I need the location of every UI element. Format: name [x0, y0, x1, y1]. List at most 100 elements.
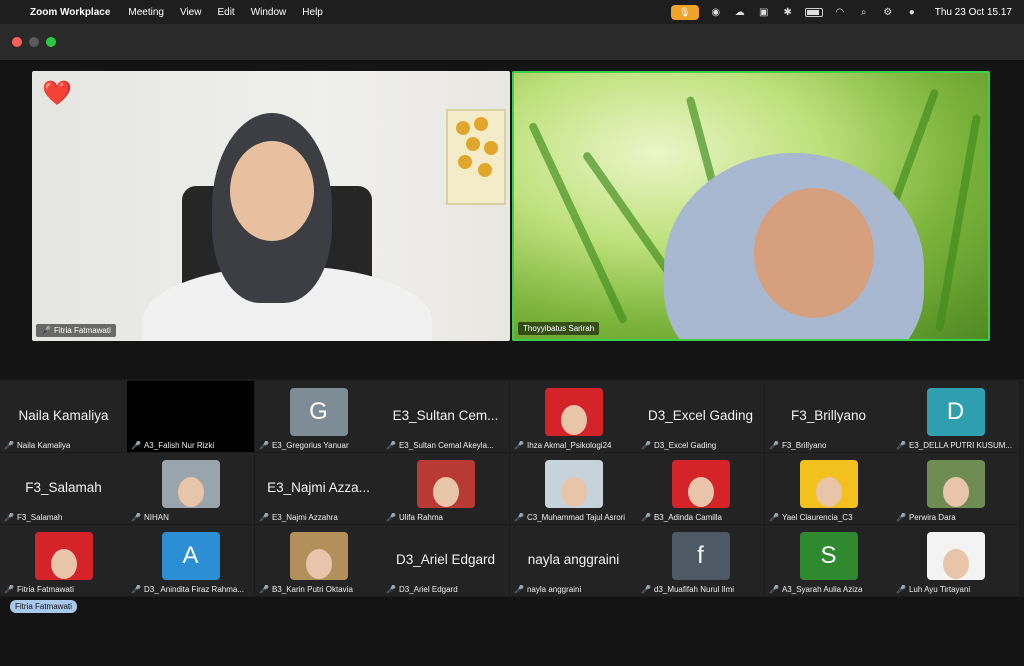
cloud-icon[interactable]: ☁ — [733, 6, 747, 18]
participant-tile[interactable]: 🎤 Perwira Dara — [892, 453, 1019, 524]
zoom-icon[interactable]: ◉ — [709, 6, 723, 18]
a-icon[interactable]: ▣ — [757, 6, 771, 18]
participant-tile[interactable]: 🎤 B3_Karin Putri Oktavia — [255, 525, 382, 596]
close-window-button[interactable] — [12, 37, 22, 47]
speaker-face — [754, 188, 874, 318]
search-icon[interactable]: ⌕ — [857, 6, 871, 18]
participant-tile[interactable]: 🎤 Yael Claurencia_C3 — [765, 453, 892, 524]
zoom-window-button[interactable] — [46, 37, 56, 47]
muted-mic-icon: 🎤 — [769, 585, 779, 594]
muted-mic-icon: 🎤 — [769, 441, 779, 450]
siri-icon[interactable]: ● — [905, 6, 919, 18]
muted-mic-icon: 🎤 — [259, 441, 269, 450]
muted-mic-icon: 🎤 — [41, 326, 51, 335]
participant-tile[interactable]: D3_Ariel Edgard 🎤 D3_Ariel Edgard — [382, 525, 509, 596]
wall-painting — [446, 109, 506, 205]
participant-name-label: 🎤 nayla anggraini — [514, 585, 582, 594]
menu-meeting[interactable]: Meeting — [128, 7, 164, 18]
participant-photo — [926, 532, 985, 580]
participant-tile[interactable]: Naila Kamaliya 🎤 Naila Kamaliya — [0, 381, 127, 452]
participant-photo — [289, 532, 348, 580]
participant-tile[interactable]: 🎤 Ulifa Rahma — [382, 453, 509, 524]
mic-icon[interactable]: 🎙 — [670, 4, 699, 20]
participant-tile[interactable]: 🎤 Fitria Fatmawati — [0, 525, 127, 596]
participant-tile[interactable]: nayla anggraini 🎤 nayla anggraini — [510, 525, 637, 596]
menu-help[interactable]: Help — [302, 7, 323, 18]
participant-tile[interactable]: D3_Excel Gading 🎤 D3_Excel Gading — [637, 381, 764, 452]
participant-face — [942, 549, 969, 579]
participant-name-label: 🎤 F3_Salamah — [4, 513, 63, 522]
participant-face — [305, 549, 332, 579]
participant-initial-avatar: f — [671, 532, 730, 580]
participant-name-label: 🎤 A3_Falish Nur Rizki — [131, 441, 215, 450]
menu-edit[interactable]: Edit — [217, 7, 234, 18]
participant-tile[interactable]: 🎤 A3_Falish Nur Rizki — [127, 381, 254, 452]
participant-tile[interactable]: F3_Brillyano 🎤 F3_Brillyano — [765, 381, 892, 452]
participant-tile[interactable]: F3_Salamah 🎤 F3_Salamah — [0, 453, 127, 524]
participant-photo — [161, 460, 220, 508]
participant-tile[interactable]: 🎤 Luh Ayu Tirtayani — [892, 525, 1019, 596]
muted-mic-icon: 🎤 — [386, 513, 396, 522]
participant-name-label: 🎤 B3_Adinda Camilla — [641, 513, 723, 522]
status-tray: 🎙 ◉ ☁ ▣ ✱ ◠ ⌕ ⚙ ● Thu 23 Oct 15.17 — [670, 4, 1024, 20]
muted-mic-icon: 🎤 — [4, 585, 14, 594]
menu-view[interactable]: View — [180, 7, 202, 18]
participant-face — [815, 477, 842, 507]
participant-initial-avatar: G — [289, 388, 348, 436]
participant-tile[interactable]: 🎤 NIHAN — [127, 453, 254, 524]
participant-photo — [671, 460, 730, 508]
participant-tile[interactable]: E3_Najmi Azza... 🎤 E3_Najmi Azzahra — [255, 453, 382, 524]
participant-photo — [926, 460, 985, 508]
muted-mic-icon: 🎤 — [514, 585, 524, 594]
participant-tile[interactable]: 🎤 C3_Muhammad Tajul Asrori — [510, 453, 637, 524]
participant-face — [942, 477, 969, 507]
participant-face — [177, 477, 204, 507]
wifi-icon[interactable]: ◠ — [833, 6, 847, 18]
hover-name-tooltip: Fitria Fatmawati — [10, 600, 77, 613]
minimize-window-button[interactable] — [29, 37, 39, 47]
muted-mic-icon: 🎤 — [131, 585, 141, 594]
participant-tile[interactable]: E3_Sultan Cem... 🎤 E3_Sultan Cemal Akeyla.… — [382, 381, 509, 452]
participant-name-label: 🎤 d3_Muafifah Nurul Ilmi — [641, 585, 735, 594]
participant-display-name: E3_Sultan Cem... — [392, 408, 499, 423]
participant-face — [687, 477, 714, 507]
control-center-icon[interactable]: ⚙ — [881, 6, 895, 18]
muted-mic-icon: 🎤 — [386, 441, 396, 450]
muted-mic-icon: 🎤 — [4, 513, 14, 522]
participant-name-label: 🎤 Luh Ayu Tirtayani — [896, 585, 971, 594]
grass-blade — [527, 121, 629, 325]
participant-name-label: 🎤 A3_Syarah Aulia Aziza — [769, 585, 863, 594]
participant-tile[interactable]: 🎤 Ihza Akmal_Psikologi24 — [510, 381, 637, 452]
participant-face — [50, 549, 77, 579]
menu-window[interactable]: Window — [251, 7, 287, 18]
participant-tile[interactable]: G 🎤 E3_Gregorius Yanuar — [255, 381, 382, 452]
participant-name-label: 🎤 E3_Gregorius Yanuar — [259, 441, 349, 450]
participant-face — [560, 477, 587, 507]
participant-name-label: 🎤 F3_Brillyano — [769, 441, 827, 450]
muted-mic-icon: 🎤 — [769, 513, 779, 522]
participant-display-name: F3_Brillyano — [790, 408, 867, 423]
app-menu[interactable]: Zoom Workplace — [30, 7, 110, 18]
participant-name-label: 🎤 D3_Ariel Edgard — [386, 585, 458, 594]
speaker-name-label: Thoyyibatus Sarirah — [518, 322, 600, 335]
participant-face — [432, 477, 459, 507]
macos-menu-bar: Zoom Workplace Meeting View Edit Window … — [0, 0, 1024, 24]
speaker-video-1[interactable]: ❤️ 🎤 Fitria Fatmawati — [32, 71, 510, 341]
participant-name-label: 🎤 Perwira Dara — [896, 513, 956, 522]
participant-name-label: 🎤 D3_ Anindita Firaz Rahma... — [131, 585, 245, 594]
speaker-video-2[interactable]: Thoyyibatus Sarirah — [512, 71, 990, 341]
bluetooth-icon[interactable]: ✱ — [781, 6, 795, 18]
battery-icon[interactable] — [804, 7, 823, 17]
participant-tile[interactable]: S 🎤 A3_Syarah Aulia Aziza — [765, 525, 892, 596]
participant-name-label: 🎤 Naila Kamaliya — [4, 441, 71, 450]
participant-tile[interactable]: f 🎤 d3_Muafifah Nurul Ilmi — [637, 525, 764, 596]
participant-tile[interactable]: D 🎤 E3_DELLA PUTRI KUSUM... — [892, 381, 1019, 452]
muted-mic-icon: 🎤 — [641, 441, 651, 450]
muted-mic-icon: 🎤 — [641, 585, 651, 594]
participant-display-name: E3_Najmi Azza... — [267, 480, 370, 495]
muted-mic-icon: 🎤 — [641, 513, 651, 522]
menu-clock[interactable]: Thu 23 Oct 15.17 — [935, 7, 1012, 18]
participant-tile[interactable]: A 🎤 D3_ Anindita Firaz Rahma... — [127, 525, 254, 596]
participant-name-label: 🎤 C3_Muhammad Tajul Asrori — [514, 513, 626, 522]
participant-tile[interactable]: 🎤 B3_Adinda Camilla — [637, 453, 764, 524]
